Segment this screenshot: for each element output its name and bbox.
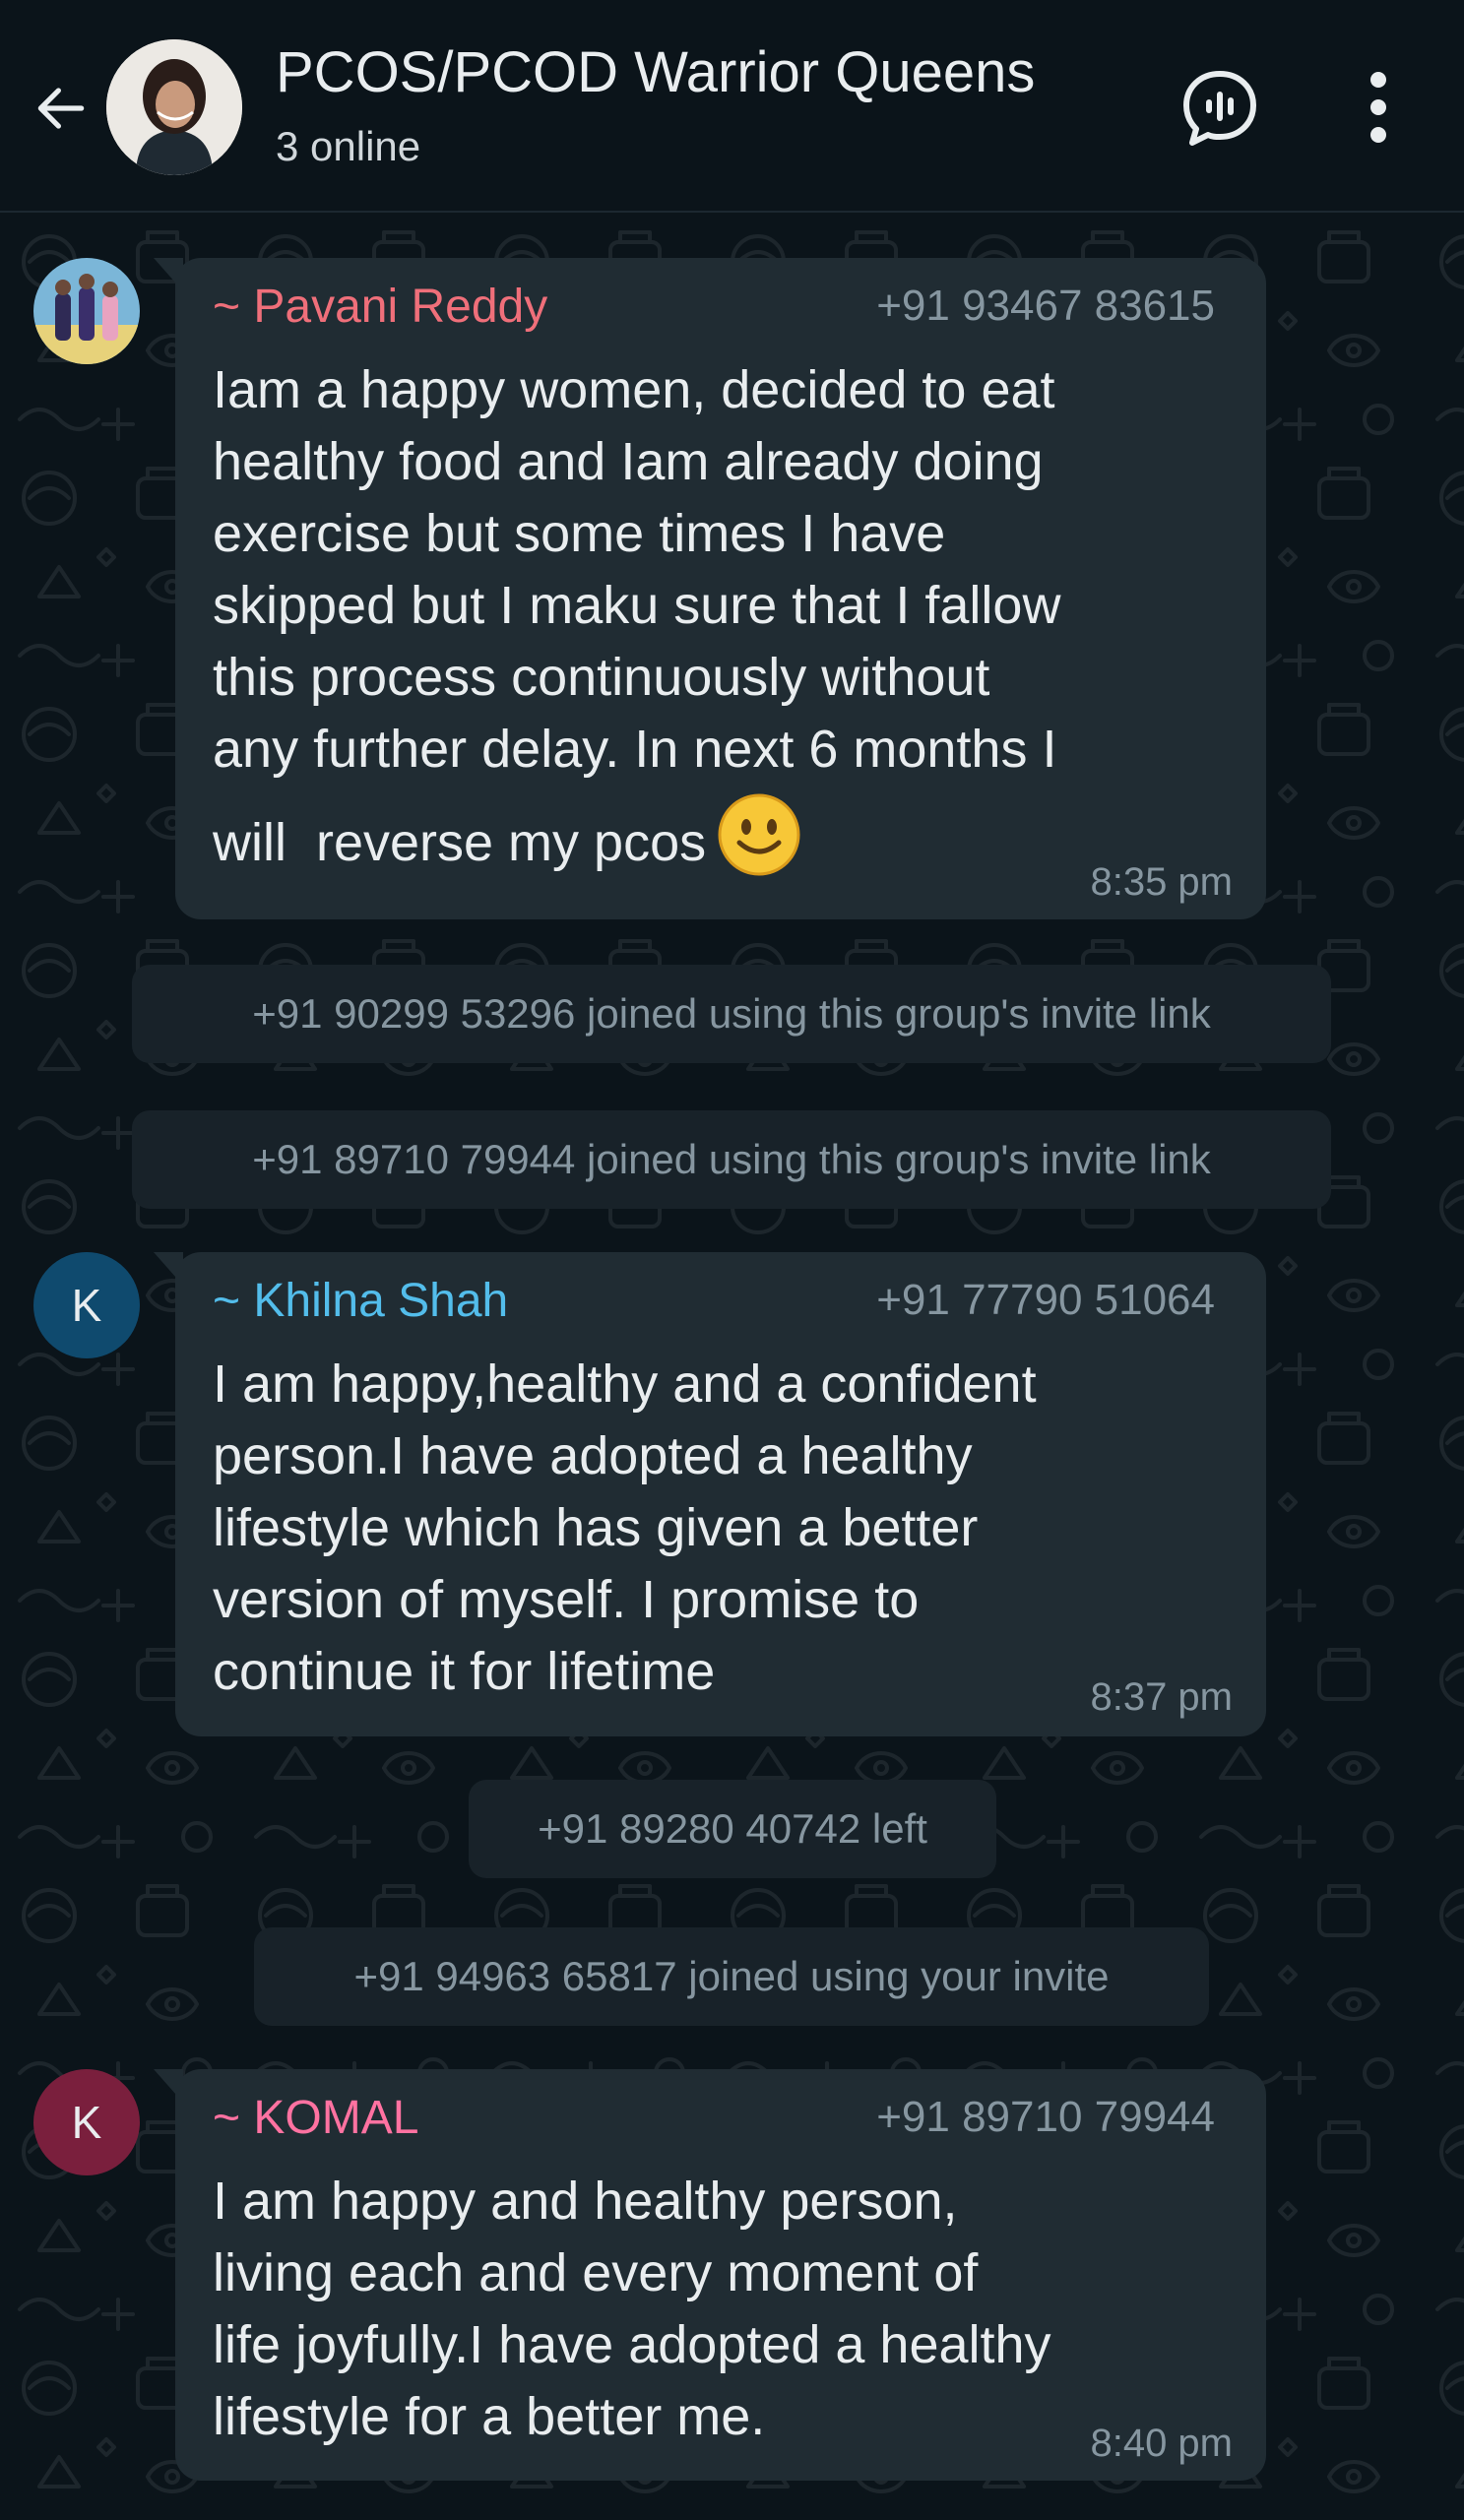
message-line: this process continuously without [213, 648, 990, 707]
system-message: +91 94963 65817 joined using your invite [254, 1927, 1209, 2026]
avatar-letter: K [71, 1280, 102, 1331]
message-text: Iam a happy women, decided to eat health… [213, 354, 1207, 897]
message-line: exercise but some times I have [213, 504, 946, 563]
group-title[interactable]: PCOS/PCOD Warrior Queens [276, 39, 1035, 105]
message-line-wrap: will reverse my pcos [213, 791, 1207, 897]
message-line: continue it for lifetime [213, 1642, 716, 1701]
message-time: 8:35 pm [1090, 860, 1233, 904]
message-line: Iam a happy women, decided to eat [213, 360, 1055, 419]
message-line: version of myself. I promise to [213, 1570, 920, 1629]
sender-name[interactable]: ~ KOMAL [213, 2091, 418, 2145]
sender-avatar[interactable]: K [33, 1252, 140, 1358]
message-time: 8:37 pm [1090, 1675, 1233, 1719]
sender-avatar[interactable] [33, 258, 140, 364]
voice-chat-button[interactable] [1176, 63, 1264, 152]
group-photo [106, 39, 242, 175]
message-line: healthy food and Iam already doing [213, 432, 1044, 491]
message-line: will reverse my pcos [213, 813, 707, 872]
message-bubble[interactable]: ~ Pavani Reddy +91 93467 83615 Iam a hap… [154, 258, 1266, 919]
sender-name[interactable]: ~ Pavani Reddy [213, 280, 547, 334]
message-text: I am happy,healthy and a confident perso… [213, 1349, 1207, 1708]
message-line: any further delay. In next 6 months I [213, 720, 1057, 779]
online-count: 3 online [276, 123, 421, 169]
chat-screen: PCOS/PCOD Warrior Queens 3 online ~ Pava… [0, 0, 1464, 2520]
sender-phone: +91 89710 79944 [876, 2093, 1215, 2141]
back-button[interactable] [22, 69, 100, 148]
message-line: I am happy,healthy and a confident [213, 1354, 1037, 1414]
more-options-button[interactable] [1339, 63, 1418, 152]
message-line: I am happy and healthy person, [213, 2172, 958, 2231]
message-line: life joyfully.I have adopted a healthy [213, 2315, 1051, 2374]
message-line: lifestyle which has given a better [213, 1498, 979, 1557]
message-bubble[interactable]: ~ KOMAL +91 89710 79944 I am happy and h… [154, 2069, 1266, 2481]
sender-photo [33, 258, 140, 364]
system-message: +91 89280 40742 left [469, 1780, 996, 1878]
sender-phone: +91 93467 83615 [876, 282, 1215, 330]
message-line: skipped but I maku sure that I fallow [213, 576, 1061, 635]
message-line: living each and every moment of [213, 2243, 979, 2302]
message-line: person.I have adopted a healthy [213, 1426, 973, 1485]
message-line: lifestyle for a better me. [213, 2387, 766, 2446]
message-time: 8:40 pm [1090, 2422, 1233, 2465]
avatar-letter: K [71, 2097, 102, 2148]
more-vertical-icon [1370, 72, 1386, 143]
group-avatar[interactable] [106, 39, 242, 175]
sender-avatar[interactable]: K [33, 2069, 140, 2175]
voice-chat-icon [1183, 71, 1256, 146]
sender-name[interactable]: ~ Khilna Shah [213, 1274, 508, 1328]
sender-phone: +91 77790 51064 [876, 1276, 1215, 1324]
system-message: +91 90299 53296 joined using this group'… [132, 965, 1331, 1063]
message-bubble[interactable]: ~ Khilna Shah +91 77790 51064 I am happy… [154, 1252, 1266, 1736]
arrow-left-icon [37, 88, 85, 129]
chat-header: PCOS/PCOD Warrior Queens 3 online [0, 0, 1464, 213]
message-text: I am happy and healthy person, living ea… [213, 2166, 1207, 2453]
system-message: +91 89710 79944 joined using this group'… [132, 1110, 1331, 1209]
smiling-face-icon [716, 791, 802, 897]
